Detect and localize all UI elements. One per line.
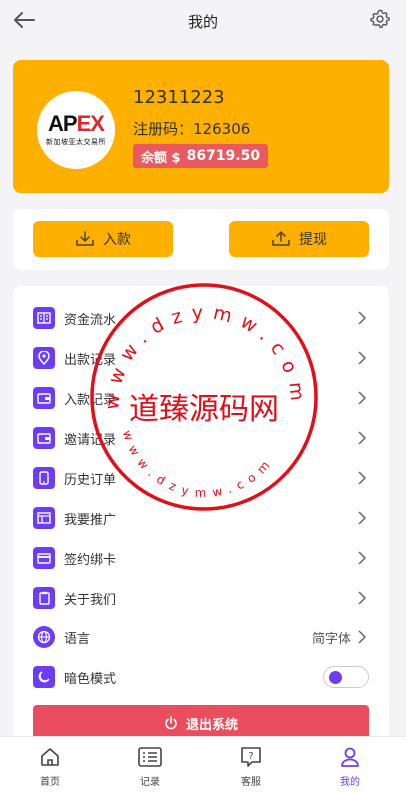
chevron-right-icon — [358, 591, 367, 605]
menu-label: 关于我们 — [64, 592, 117, 608]
menu-label: 出款记录 — [64, 352, 117, 368]
language-value: 简字体 — [311, 631, 351, 647]
download-tray-icon — [76, 231, 94, 246]
gear-icon[interactable] — [368, 7, 392, 31]
promote-icon — [33, 507, 55, 529]
reg-code-value: 126306 — [193, 120, 251, 138]
menu-label: 签约绑卡 — [64, 552, 117, 568]
menu-label: 我要推广 — [64, 512, 117, 528]
menu-item-dark-mode: 暗色模式 — [13, 657, 389, 697]
menu-item-fund-flow[interactable]: 资金流水 — [13, 298, 389, 338]
menu-label: 暗色模式 — [64, 671, 117, 687]
menu-label: 资金流水 — [64, 312, 117, 328]
wallet-invite-icon — [33, 427, 55, 449]
menu-item-withdraw-records[interactable]: 出款记录 — [13, 338, 389, 378]
help-chat-icon: ? — [240, 745, 262, 769]
deposit-label: 入款 — [103, 232, 131, 248]
tab-label: 首页 — [40, 777, 60, 788]
reg-code-label: 注册码： — [133, 120, 194, 138]
home-icon — [39, 745, 61, 769]
menu-item-invite-records[interactable]: 邀请记录 — [13, 418, 389, 458]
ledger-icon — [33, 307, 55, 329]
tab-support[interactable]: ? 客服 — [221, 745, 281, 788]
tab-label: 客服 — [241, 777, 261, 788]
chevron-right-icon — [358, 551, 367, 565]
card-icon — [33, 547, 55, 569]
user-icon — [339, 745, 361, 769]
globe-icon — [33, 626, 55, 648]
menu-item-order-history[interactable]: 历史订单 — [13, 458, 389, 498]
chevron-right-icon — [358, 391, 367, 405]
phone-order-icon — [33, 467, 55, 489]
withdraw-button[interactable]: 提现 — [229, 221, 369, 257]
balance-badge: 余额 $ 86719.50 — [133, 144, 269, 168]
logo-subtitle: 新加坡亚太交易所 — [46, 138, 106, 146]
toggle-knob — [329, 671, 342, 684]
menu-card: 资金流水 出款记录 入款记录 邀请记录 历史订单 我要推广 签约绑卡 关于我们 — [13, 286, 389, 756]
logout-label: 退出系统 — [185, 717, 238, 733]
page-title: 我的 — [187, 12, 218, 31]
deposit-button[interactable]: 入款 — [33, 221, 173, 257]
menu-item-about-us[interactable]: 关于我们 — [13, 578, 389, 618]
menu-item-deposit-records[interactable]: 入款记录 — [13, 378, 389, 418]
dark-mode-toggle[interactable] — [323, 666, 369, 688]
tab-home[interactable]: 首页 — [20, 745, 80, 788]
bottom-tab-bar: 首页 记录 ? 客服 我的 — [0, 736, 406, 794]
balance-label: 余额 $ — [141, 150, 181, 166]
arrow-left-icon[interactable] — [10, 8, 38, 32]
chevron-right-icon — [358, 351, 367, 365]
menu-label: 历史订单 — [64, 472, 117, 488]
clipboard-icon — [33, 587, 55, 609]
menu-item-language[interactable]: 语言 简字体 — [13, 617, 389, 657]
menu-label: 语言 — [64, 631, 91, 647]
top-nav-bar: 我的 — [0, 0, 406, 42]
menu-label: 邀请记录 — [64, 432, 117, 448]
user-id: 12311223 — [133, 87, 225, 108]
chevron-right-icon — [358, 431, 367, 445]
apex-logo: APEX — [48, 111, 105, 136]
menu-item-promote[interactable]: 我要推广 — [13, 498, 389, 538]
tab-records[interactable]: 记录 — [120, 745, 180, 788]
tab-mine[interactable]: 我的 — [320, 745, 380, 788]
chevron-right-icon — [358, 511, 367, 525]
balance-value: 86719.50 — [186, 148, 261, 164]
list-icon — [138, 745, 162, 769]
power-icon — [165, 716, 177, 730]
action-card: 入款 提现 — [13, 209, 389, 270]
chevron-right-icon — [358, 471, 367, 485]
registration-code: 注册码：126306 — [133, 118, 250, 139]
chevron-right-icon — [358, 630, 367, 644]
menu-label: 入款记录 — [64, 392, 117, 408]
withdraw-label: 提现 — [299, 232, 327, 248]
tab-label: 我的 — [340, 777, 360, 788]
chevron-right-icon — [358, 311, 367, 325]
moon-icon — [33, 666, 55, 688]
menu-item-bind-card[interactable]: 签约绑卡 — [13, 538, 389, 578]
tab-label: 记录 — [140, 777, 160, 788]
svg-text:?: ? — [248, 751, 253, 762]
upload-tray-icon — [272, 231, 290, 246]
avatar: APEX 新加坡亚太交易所 — [37, 91, 115, 169]
location-pin-icon — [33, 347, 55, 369]
wallet-icon — [33, 387, 55, 409]
